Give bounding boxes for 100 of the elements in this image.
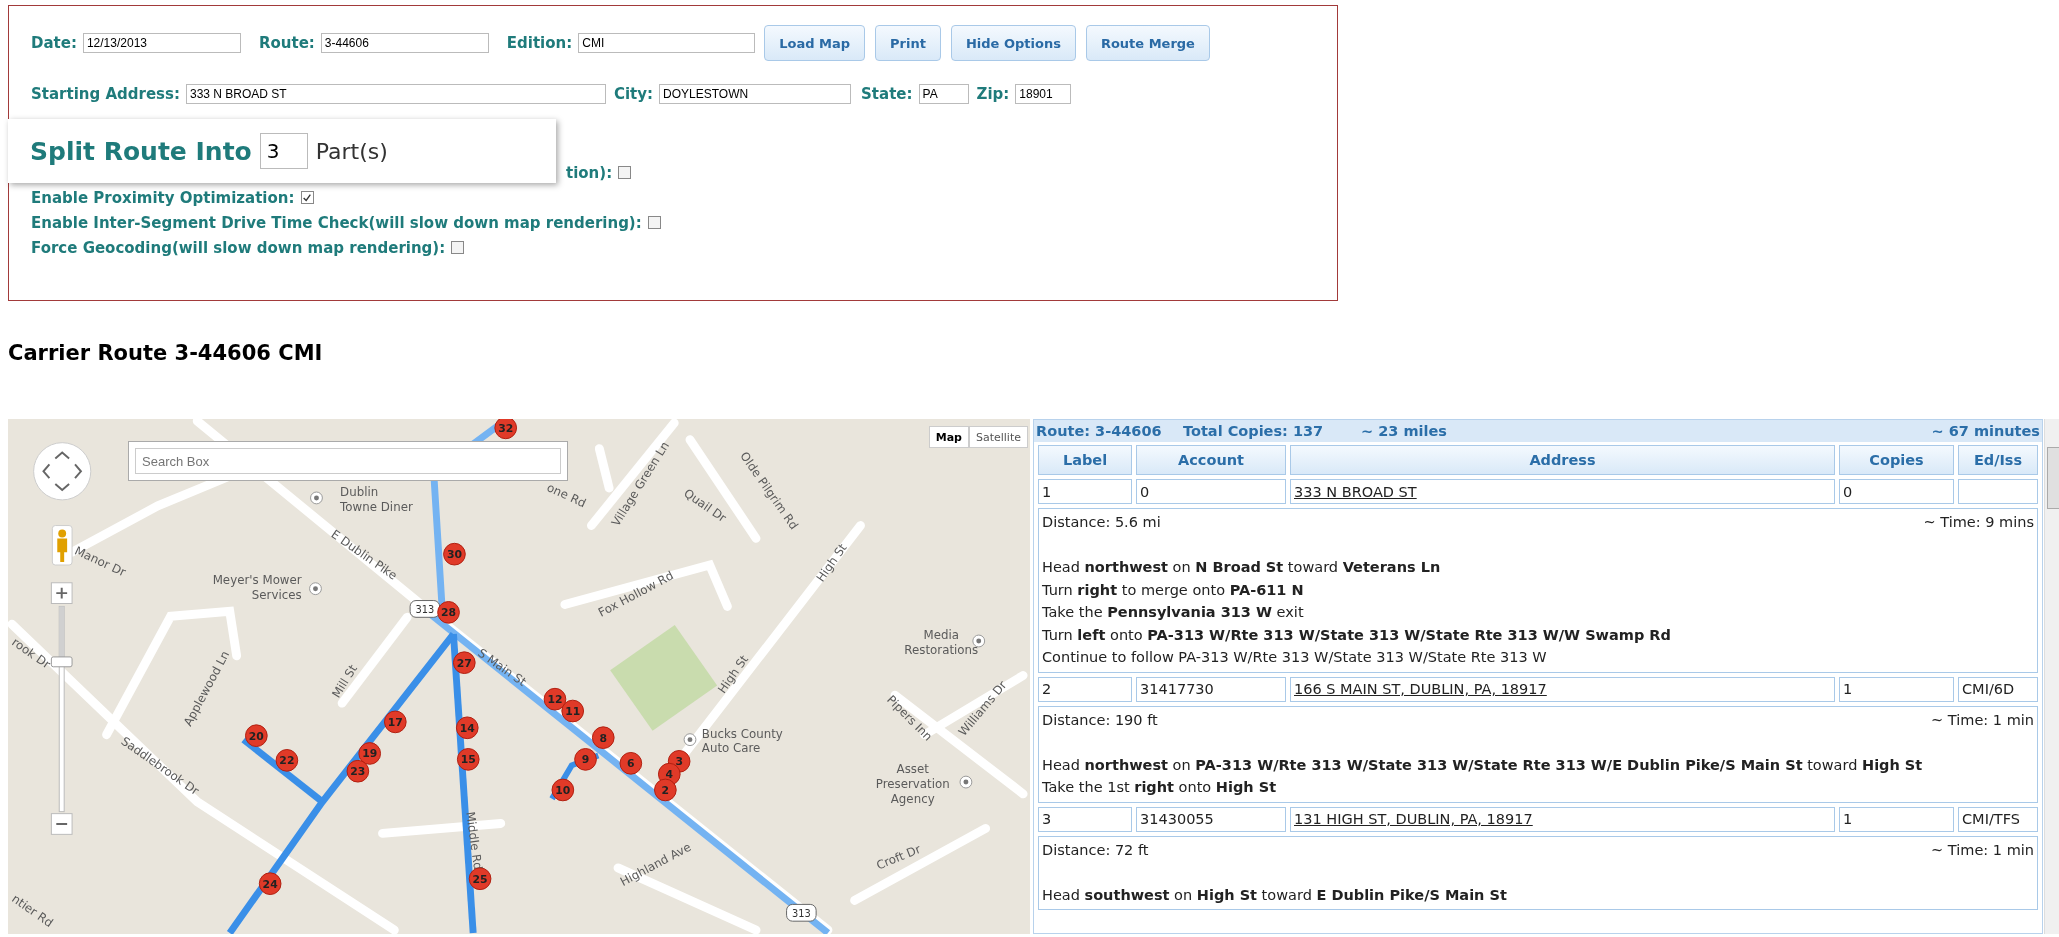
table-cell: 0 xyxy=(1136,479,1286,504)
distance-text: Distance: 190 ft xyxy=(1042,710,1158,730)
direction-step: Turn left onto PA-313 W/Rte 313 W/State 313 W/State Rte 313 W/W Swamp Rd xyxy=(1042,626,1671,643)
time-text: ~ Time: 1 min xyxy=(1931,710,2034,730)
search-field[interactable]: Search Box xyxy=(135,448,561,474)
poi-icon xyxy=(683,733,697,747)
map-marker[interactable]: 30 xyxy=(443,542,466,566)
street-label: ntier Rd xyxy=(9,891,56,930)
address-link[interactable]: 131 HIGH ST, DUBLIN, PA, 18917 xyxy=(1294,811,1533,827)
form-button[interactable]: Route Merge xyxy=(1085,25,1210,61)
page-heading: Carrier Route 3-44606 CMI xyxy=(8,341,324,367)
text-field[interactable]: 18901 xyxy=(1015,84,1072,104)
map-type-button[interactable]: Map xyxy=(928,426,969,448)
table-cell: 1 xyxy=(1038,479,1132,504)
map-marker[interactable]: 12 xyxy=(543,687,567,711)
text-field[interactable]: DOYLESTOWN xyxy=(659,84,852,104)
map-marker[interactable]: 11 xyxy=(561,699,585,723)
direction-step: Take the 1st right onto High St xyxy=(1042,779,1277,795)
summary-text: ~ 23 miles xyxy=(1361,423,1448,439)
table-cell: 0 xyxy=(1839,479,1954,504)
column-header: Copies xyxy=(1839,445,1954,475)
map-type-button[interactable]: Satellite xyxy=(968,426,1028,448)
scrollbar[interactable] xyxy=(2044,419,2059,934)
direction-step: Head northwest on N Broad St toward Veterans Ln xyxy=(1042,559,1441,575)
form-button[interactable]: Hide Options xyxy=(950,25,1076,61)
field-label: State: xyxy=(861,85,913,103)
option-label: Enable Inter-Segment Drive Time Check(will slow down map rendering): xyxy=(31,213,642,232)
column-header: Label xyxy=(1038,445,1132,475)
distance-text: Distance: 5.6 mi xyxy=(1042,513,1161,532)
map-marker[interactable]: 27 xyxy=(452,651,476,675)
place-label: Media Restorations xyxy=(904,628,979,657)
map-marker[interactable]: 17 xyxy=(383,710,407,734)
option-label: Force Geocoding(will slow down map rendering): xyxy=(31,238,446,257)
checkbox[interactable] xyxy=(618,166,632,179)
table-cell: CMI/TFS xyxy=(1958,806,2038,832)
form-button[interactable]: Load Map xyxy=(764,25,866,61)
column-header: Ed/Iss xyxy=(1958,445,2038,475)
place-label: Dublin Towne Diner xyxy=(340,484,413,514)
checkbox[interactable] xyxy=(647,216,661,229)
field-label: Date: xyxy=(31,34,77,52)
map-marker[interactable]: 2 xyxy=(654,778,677,802)
distance-text: Distance: 72 ft xyxy=(1042,840,1149,860)
map-marker[interactable]: 24 xyxy=(258,872,282,896)
map-marker[interactable]: 8 xyxy=(591,726,615,749)
poi-icon xyxy=(309,582,322,596)
table-cell: 31430055 xyxy=(1136,806,1286,832)
route-shield: 313 xyxy=(409,600,441,618)
option-label: Enable Proximity Optimization: xyxy=(31,188,295,207)
table-cell: 3 xyxy=(1038,806,1132,832)
map-marker[interactable]: 23 xyxy=(346,759,370,783)
checkbox[interactable] xyxy=(451,241,465,254)
text-field[interactable]: 333 N BROAD ST xyxy=(185,84,606,104)
place-label: Asset Preservation Agency xyxy=(875,762,950,806)
text-field[interactable]: 3-44606 xyxy=(320,33,489,53)
zoom-slider-thumb[interactable] xyxy=(50,656,73,668)
pegman-icon[interactable] xyxy=(51,525,73,566)
direction-step: Continue to follow PA-313 W/Rte 313 W/State 313 W/State Rte 313 W xyxy=(1042,649,1547,665)
field-label: City: xyxy=(613,85,654,103)
map-marker[interactable]: 9 xyxy=(574,748,597,771)
text-field[interactable]: CMI xyxy=(578,33,756,53)
zoom-out-button[interactable] xyxy=(50,813,73,835)
summary-text: Route: 3-44606 xyxy=(1036,423,1163,439)
place-label: Meyer's Mower Services xyxy=(212,572,302,602)
map-marker[interactable]: 14 xyxy=(455,716,479,740)
parts-field[interactable]: 3 xyxy=(259,133,308,169)
poi-icon xyxy=(959,775,973,789)
map-marker[interactable]: 6 xyxy=(619,751,643,775)
option-label: tion): xyxy=(566,163,613,182)
summary-text: ~ 67 minutes xyxy=(1931,423,2040,439)
column-header: Account xyxy=(1136,445,1286,475)
table-cell: 2 xyxy=(1038,676,1132,702)
field-label: Zip: xyxy=(976,85,1010,103)
street-label: Mill St xyxy=(329,662,361,701)
field-label: Starting Address: xyxy=(31,85,180,103)
pan-control[interactable] xyxy=(33,442,92,501)
checkbox[interactable] xyxy=(300,191,314,204)
map-marker[interactable]: 32 xyxy=(494,419,518,440)
parts-label: Part(s) xyxy=(315,138,388,164)
address-link[interactable]: 333 N BROAD ST xyxy=(1294,483,1417,500)
split-label: Split Route Into xyxy=(30,136,252,166)
address-link[interactable]: 166 S MAIN ST, DUBLIN, PA, 18917 xyxy=(1294,681,1547,697)
street-label: Croft Dr xyxy=(874,842,923,873)
text-field[interactable]: PA xyxy=(918,84,969,104)
map-marker[interactable]: 20 xyxy=(245,724,268,748)
map-marker[interactable]: 22 xyxy=(275,749,299,772)
direction-step: Take the Pennsylvania 313 W exit xyxy=(1042,604,1304,620)
table-cell: CMI/6D xyxy=(1958,676,2038,702)
zoom-in-button[interactable] xyxy=(50,582,73,604)
map-marker[interactable]: 10 xyxy=(551,778,575,802)
direction-step: Head southwest on High St toward E Dublin Pike/S Main St xyxy=(1042,886,1507,903)
map-marker[interactable]: 28 xyxy=(437,601,460,624)
time-text: ~ Time: 9 mins xyxy=(1923,513,2034,532)
text-field[interactable]: 12/13/2013 xyxy=(82,33,241,53)
form-button[interactable]: Print xyxy=(875,25,941,61)
route-shield: 313 xyxy=(786,903,817,922)
street-label: rook Dr xyxy=(9,634,53,672)
time-text: ~ Time: 1 min xyxy=(1931,840,2034,860)
poi-icon xyxy=(310,491,323,505)
map-marker[interactable]: 15 xyxy=(456,748,480,771)
table-cell: 1 xyxy=(1839,676,1954,702)
